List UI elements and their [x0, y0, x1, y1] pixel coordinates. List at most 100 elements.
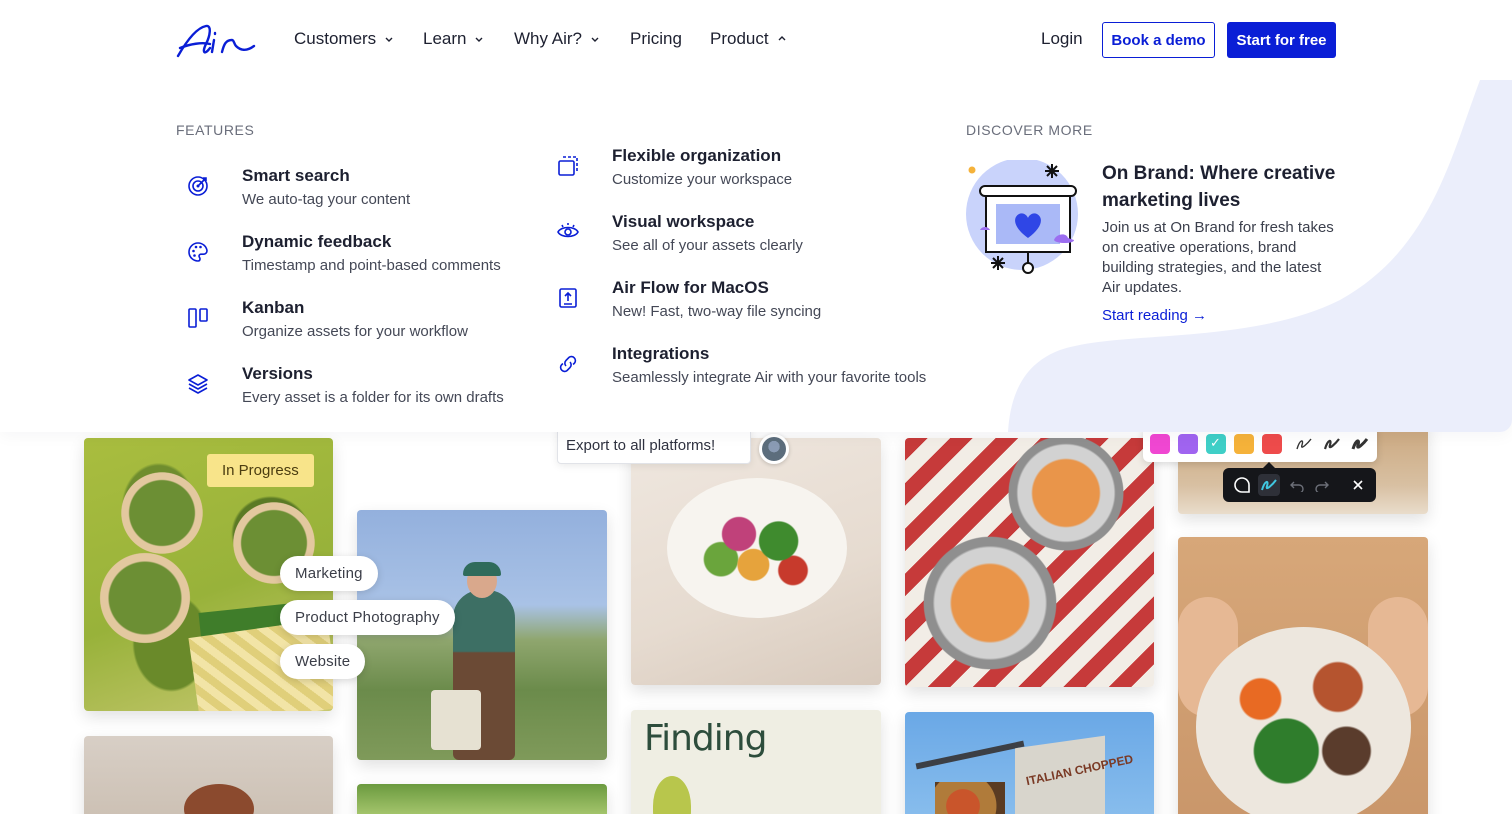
- air-logo[interactable]: [176, 22, 256, 60]
- feature-dynamic-feedback[interactable]: Dynamic feedback Timestamp and point-bas…: [186, 232, 516, 280]
- peach-dish: [915, 528, 1065, 678]
- asset-card-grain-bowl[interactable]: [1178, 537, 1428, 814]
- card-title: Finding: [644, 718, 767, 759]
- brush-thin-icon[interactable]: [1294, 435, 1314, 453]
- feature-description: We auto-tag your content: [242, 191, 411, 208]
- feature-versions[interactable]: Versions Every asset is a folder for its…: [186, 364, 516, 412]
- nav-label: Why Air?: [514, 29, 583, 48]
- top-navigation: Customers Learn Why Air? Pricing Product…: [0, 0, 1512, 80]
- upload-icon: [559, 288, 577, 308]
- feature-description: Customize your workspace: [612, 171, 793, 188]
- feature-description: Timestamp and point-based comments: [242, 257, 501, 274]
- color-swatch[interactable]: [1150, 434, 1170, 454]
- asset-card-hand[interactable]: [84, 736, 333, 814]
- feature-title: Smart search: [242, 166, 350, 185]
- nav-label: Learn: [423, 29, 467, 48]
- nav-product[interactable]: Product: [710, 29, 787, 49]
- tag-pill[interactable]: Product Photography: [280, 600, 455, 635]
- toolbar-pointer: [1263, 462, 1275, 468]
- feature-description: Every asset is a folder for its own draf…: [242, 389, 504, 406]
- chevron-up-icon: [778, 36, 786, 41]
- feature-description: See all of your assets clearly: [612, 237, 803, 254]
- feature-title: Air Flow for MacOS: [612, 278, 769, 297]
- status-badge: In Progress: [207, 454, 314, 487]
- feature-description: Organize assets for your workflow: [242, 323, 468, 340]
- nav-why-air[interactable]: Why Air?: [514, 29, 600, 49]
- drawing-toolbar: [1223, 462, 1376, 502]
- nav-pricing[interactable]: Pricing: [630, 29, 682, 49]
- feature-kanban[interactable]: Kanban Organize assets for your workflow: [186, 298, 516, 346]
- color-swatch[interactable]: ✓: [1206, 434, 1226, 454]
- brush-icon: [1261, 479, 1277, 491]
- pear-shape: [653, 776, 691, 814]
- color-swatch[interactable]: [1234, 434, 1254, 454]
- feature-title: Visual workspace: [612, 212, 755, 231]
- nav-customers[interactable]: Customers: [294, 29, 394, 49]
- feature-air-flow[interactable]: Air Flow for MacOS New! Fast, two-way fi…: [556, 278, 936, 326]
- comment-icon: [1234, 477, 1250, 493]
- chevron-down-icon: [475, 37, 483, 42]
- hand-shape: [184, 784, 254, 814]
- nav-learn[interactable]: Learn: [423, 29, 484, 49]
- billboard-food: [935, 782, 1005, 814]
- start-free-button[interactable]: Start for free: [1227, 22, 1336, 58]
- color-swatch[interactable]: [1262, 434, 1282, 454]
- feature-description: Seamlessly integrate Air with your favor…: [612, 369, 927, 386]
- discover-title[interactable]: On Brand: Where creative marketing lives: [1102, 160, 1342, 214]
- feature-visual-workspace[interactable]: Visual workspace See all of your assets …: [556, 212, 936, 260]
- eye-icon: [557, 223, 579, 238]
- discover-description: Join us at On Brand for fresh takes on c…: [1102, 219, 1334, 296]
- tag-pill[interactable]: Website: [280, 644, 366, 679]
- asset-card-leaves[interactable]: [357, 784, 607, 814]
- feature-smart-search[interactable]: Smart search We auto-tag your content: [186, 166, 516, 214]
- feature-title: Integrations: [612, 344, 710, 363]
- features-heading: FEATURES: [176, 122, 255, 138]
- close-button[interactable]: [1347, 474, 1369, 496]
- asset-card-finding[interactable]: Finding: [631, 710, 881, 814]
- link-icon: [559, 355, 577, 373]
- asset-card-peaches[interactable]: [905, 438, 1154, 687]
- asset-card-salad[interactable]: [631, 438, 881, 685]
- redo-icon: [1315, 481, 1329, 492]
- billboard-lights: [915, 740, 1025, 770]
- feature-title: Dynamic feedback: [242, 232, 392, 251]
- chevron-down-icon: [385, 37, 393, 42]
- nav-label: Product: [710, 29, 769, 48]
- feature-flexible-organization[interactable]: Flexible organization Customize your wor…: [556, 146, 936, 194]
- palette-icon: [188, 242, 208, 262]
- asset-card-billboard[interactable]: ITALIAN CHOPPED: [905, 712, 1154, 814]
- feature-integrations[interactable]: Integrations Seamlessly integrate Air wi…: [556, 344, 936, 392]
- person-cap: [463, 562, 501, 576]
- check-icon: ✓: [1210, 435, 1221, 450]
- nav-label: Pricing: [630, 29, 682, 48]
- undo-button[interactable]: [1286, 474, 1308, 496]
- redo-button[interactable]: [1311, 474, 1333, 496]
- bowl-shape: [112, 468, 212, 558]
- brush-thick-icon[interactable]: [1350, 435, 1370, 453]
- target-icon: [188, 176, 208, 196]
- feature-title: Kanban: [242, 298, 305, 317]
- kanban-icon: [188, 308, 208, 328]
- avatar[interactable]: [759, 434, 789, 464]
- layers-icon: [188, 374, 208, 394]
- book-demo-button[interactable]: Book a demo: [1102, 22, 1215, 58]
- tag-pill[interactable]: Marketing: [280, 556, 378, 591]
- undo-icon: [1290, 481, 1304, 492]
- color-swatch[interactable]: [1178, 434, 1198, 454]
- draw-tool[interactable]: [1258, 474, 1280, 496]
- brush-medium-icon[interactable]: [1322, 435, 1342, 453]
- close-icon: [1353, 480, 1363, 490]
- nav-label: Customers: [294, 29, 377, 48]
- comment-tool[interactable]: [1231, 474, 1253, 496]
- product-mega-menu: Customers Learn Why Air? Pricing Product…: [0, 0, 1512, 432]
- salad-plate: [667, 478, 847, 618]
- asset-card-farmer[interactable]: [357, 510, 607, 760]
- start-reading-link[interactable]: Start reading →: [1102, 307, 1207, 324]
- grain-plate: [1196, 627, 1411, 814]
- login-link[interactable]: Login: [1041, 29, 1083, 49]
- person-bag: [431, 690, 481, 750]
- bowl-shape: [90, 548, 200, 648]
- presentation-illustration: [966, 160, 1078, 274]
- feature-title: Versions: [242, 364, 313, 383]
- feature-title: Flexible organization: [612, 146, 782, 165]
